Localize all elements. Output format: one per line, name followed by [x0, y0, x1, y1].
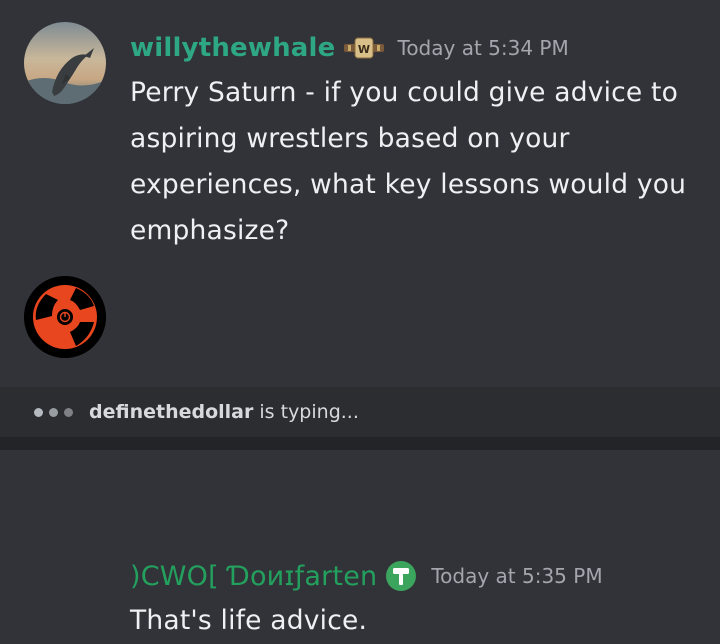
timestamp: Today at 5:34 PM [397, 36, 569, 60]
message-content: Perry Saturn - if you could give advice … [130, 77, 687, 246]
timestamp: Today at 5:35 PM [431, 564, 603, 588]
message-input-edge [0, 437, 720, 450]
whale-avatar-image [24, 22, 106, 104]
hammer-icon[interactable] [385, 560, 417, 592]
message-header: )CWO[ Ɗoиɪƒarten Today at 5:35 PM [130, 558, 603, 594]
typing-indicator: definethedollar is typing... [0, 387, 720, 437]
username[interactable]: willythewhale [130, 33, 336, 63]
message-content: That's life advice. [130, 605, 368, 636]
wwe-title-belt-icon[interactable]: W [343, 36, 384, 60]
typing-suffix: is typing... [253, 401, 359, 423]
typing-username: definethedollar [89, 401, 254, 423]
username[interactable]: )CWO[ Ɗoиɪƒarten [130, 561, 377, 592]
typing-text: definethedollar is typing... [89, 401, 359, 423]
record-adapter-avatar-image [24, 276, 106, 358]
message-header: willythewhale W Today at 5:34 PM [130, 30, 569, 66]
avatar[interactable] [24, 276, 106, 358]
svg-text:W: W [357, 43, 369, 56]
typing-dots-icon [34, 407, 73, 417]
avatar[interactable] [24, 22, 106, 104]
